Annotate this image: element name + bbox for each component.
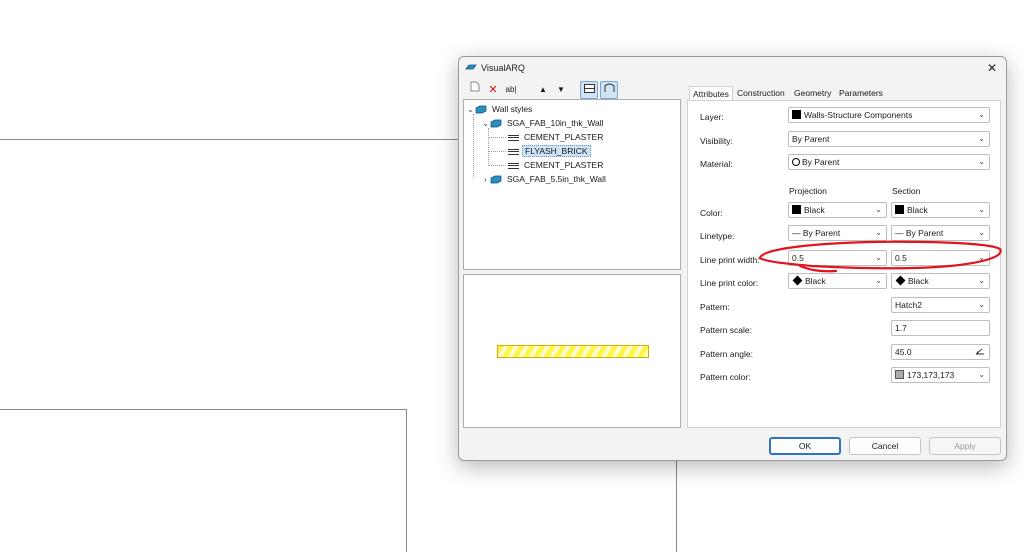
- red-annotation-ellipse: [758, 240, 1002, 273]
